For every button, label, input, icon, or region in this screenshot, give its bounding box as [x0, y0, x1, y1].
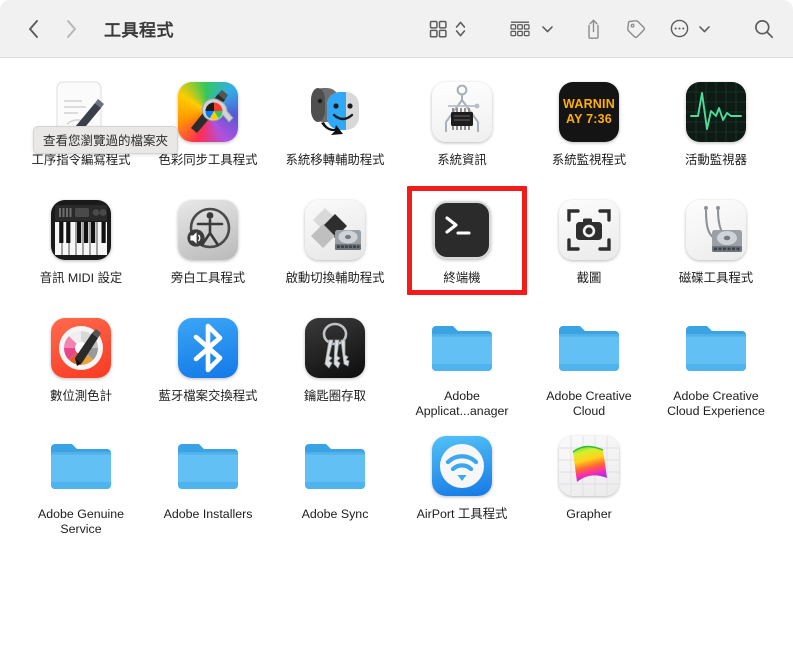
- view-grid-icon: [429, 20, 447, 38]
- activity-monitor-icon: [684, 80, 748, 144]
- file-label: 藍牙檔案交換程式: [158, 389, 258, 403]
- watch-line2: AY 7:36: [566, 112, 612, 126]
- voiceover-utility-icon: [176, 198, 240, 262]
- file-label: 旁白工具程式: [170, 271, 246, 285]
- group-by-icon: [510, 21, 530, 36]
- back-button[interactable]: [22, 16, 44, 42]
- file-label: 終端機: [443, 271, 481, 285]
- finder-toolbar: 工具程式: [0, 0, 793, 58]
- file-item-bluetooth-file-exchange[interactable]: 藍牙檔案交換程式: [145, 306, 272, 424]
- file-label: 工序指令編寫程式: [31, 153, 131, 167]
- share-icon: [588, 19, 599, 39]
- file-label: 啟動切換輔助程式: [285, 271, 385, 285]
- file-item-folder[interactable]: Adobe Creative Cloud Experience: [653, 306, 780, 424]
- file-item-audio-midi-setup[interactable]: 音訊 MIDI 設定: [18, 188, 145, 306]
- folder-icon: [176, 434, 240, 498]
- finder-window: 工具程式 查看您瀏覽過的檔案夾 工序指令編寫程式 色彩同步工具程式 系統移轉輔助…: [0, 0, 793, 648]
- file-label: Adobe Installers: [163, 507, 253, 521]
- folder-icon: [303, 434, 367, 498]
- watch-line1: WARNIN: [563, 97, 615, 111]
- file-item-folder[interactable]: Adobe Installers: [145, 424, 272, 542]
- file-label: 音訊 MIDI 設定: [39, 271, 123, 285]
- file-label: 系統資訊: [437, 153, 487, 167]
- file-item-boot-camp-assistant[interactable]: 啟動切換輔助程式: [272, 188, 399, 306]
- file-item-activity-monitor[interactable]: 活動監視器: [653, 70, 780, 188]
- colorsync-utility-icon: [176, 80, 240, 144]
- file-label: 鑰匙圈存取: [304, 389, 366, 403]
- system-information-icon: [430, 80, 494, 144]
- file-label: 數位測色計: [50, 389, 112, 403]
- search-button[interactable]: [753, 14, 775, 44]
- folder-icon: [430, 316, 494, 380]
- page-title: 工具程式: [104, 21, 174, 40]
- file-label: 系統移轉輔助程式: [285, 153, 385, 167]
- file-item-folder[interactable]: Adobe Sync: [272, 424, 399, 542]
- file-label: Adobe Creative Cloud: [546, 389, 632, 418]
- folder-icon: [684, 316, 748, 380]
- file-label: 色彩同步工具程式: [158, 153, 258, 167]
- file-item-system-monitor[interactable]: WARNIN AY 7:36 系統監視程式: [526, 70, 653, 188]
- audio-midi-setup-icon: [49, 198, 113, 262]
- file-label: Grapher: [566, 507, 612, 521]
- file-label: 截圖: [576, 271, 602, 285]
- file-label: Adobe Applicat...anager: [415, 389, 509, 418]
- file-item-system-information[interactable]: 系統資訊: [399, 70, 526, 188]
- file-item-grapher[interactable]: Grapher: [526, 424, 653, 542]
- airport-utility-icon: [430, 434, 494, 498]
- navigation-buttons: [22, 16, 82, 42]
- file-item-digital-color-meter[interactable]: 數位測色計: [18, 306, 145, 424]
- chevron-left-icon: [28, 19, 38, 38]
- file-item-voiceover-utility[interactable]: 旁白工具程式: [145, 188, 272, 306]
- folder-icon: [49, 434, 113, 498]
- view-options-button[interactable]: [428, 14, 466, 44]
- file-label: Adobe Creative Cloud Experience: [667, 389, 765, 418]
- file-grid-area: 查看您瀏覽過的檔案夾 工序指令編寫程式 色彩同步工具程式 系統移轉輔助程式 系統…: [0, 58, 793, 647]
- keychain-access-icon: [303, 316, 367, 380]
- file-label: Adobe Sync: [301, 507, 369, 521]
- group-by-button[interactable]: [508, 14, 554, 44]
- file-label: 系統監視程式: [551, 153, 627, 167]
- file-item-screenshot[interactable]: 截圖: [526, 188, 653, 306]
- bluetooth-file-exchange-icon: [176, 316, 240, 380]
- tag-icon: [627, 19, 645, 38]
- tag-button[interactable]: [625, 14, 647, 44]
- file-label: Adobe Genuine Service: [37, 507, 125, 536]
- screenshot-icon: [557, 198, 621, 262]
- more-actions-button[interactable]: [669, 14, 711, 44]
- search-icon: [755, 19, 774, 38]
- file-item-folder[interactable]: Adobe Applicat...anager: [399, 306, 526, 424]
- view-stepper-icon: [455, 21, 466, 36]
- more-chevron-down-icon: [699, 25, 710, 32]
- terminal-icon: [430, 198, 494, 262]
- file-item-folder[interactable]: Adobe Creative Cloud: [526, 306, 653, 424]
- migration-assistant-icon: [303, 80, 367, 144]
- toolbar-actions: [428, 14, 775, 44]
- file-item-keychain-access[interactable]: 鑰匙圈存取: [272, 306, 399, 424]
- system-monitor-icon: WARNIN AY 7:36: [557, 80, 621, 144]
- disk-utility-icon: [684, 198, 748, 262]
- file-item-disk-utility[interactable]: 磁碟工具程式: [653, 188, 780, 306]
- forward-button[interactable]: [60, 16, 82, 42]
- tooltip: 查看您瀏覽過的檔案夾: [33, 126, 179, 154]
- more-actions-icon: [670, 19, 689, 38]
- file-label: AirPort 工具程式: [416, 507, 508, 521]
- group-chevron-down-icon: [542, 25, 553, 32]
- folder-icon: [557, 316, 621, 380]
- boot-camp-assistant-icon: [303, 198, 367, 262]
- digital-color-meter-icon: [49, 316, 113, 380]
- grapher-icon: [557, 434, 621, 498]
- file-label: 活動監視器: [685, 153, 747, 167]
- share-button[interactable]: [584, 14, 603, 44]
- file-item-migration-assistant[interactable]: 系統移轉輔助程式: [272, 70, 399, 188]
- file-item-terminal[interactable]: 終端機: [399, 186, 527, 306]
- file-item-folder[interactable]: Adobe Genuine Service: [18, 424, 145, 542]
- chevron-right-icon: [66, 19, 76, 38]
- file-label: 磁碟工具程式: [678, 271, 754, 285]
- file-item-airport-utility[interactable]: AirPort 工具程式: [399, 424, 526, 542]
